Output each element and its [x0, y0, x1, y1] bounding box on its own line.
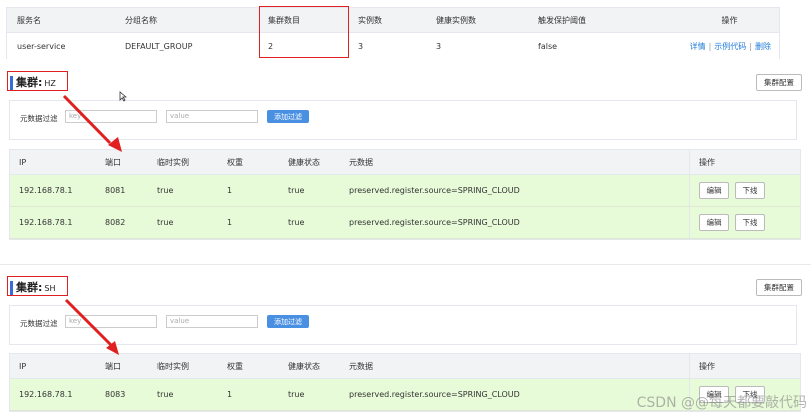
sample-code-link[interactable]: 示例代码 — [714, 42, 746, 51]
col-cluster-count: 集群数目 — [268, 15, 300, 25]
instance-port: 8083 — [105, 390, 126, 399]
service-table-header: 服务名 分组名称 集群数目 实例数 健康实例数 触发保护阈值 操作 — [7, 8, 779, 33]
instance-health: true — [288, 390, 305, 399]
col-operations: 操作 — [689, 150, 800, 174]
instance-table-hz: IP 端口 临时实例 权重 健康状态 元数据 操作 192.168.78.1 8… — [9, 149, 801, 240]
instance-ip: 192.168.78.1 — [19, 218, 73, 227]
filter-label: 元数据过滤 — [20, 319, 58, 328]
watermark: CSDN @@每天都要敲代码 — [636, 395, 807, 411]
instance-health: true — [288, 218, 305, 227]
col-operations: 操作 — [721, 15, 738, 25]
instance-health: true — [288, 186, 305, 195]
col-ip: IP — [19, 157, 27, 167]
filter-value-input[interactable]: value — [166, 315, 258, 328]
col-protect-threshold: 触发保护阈值 — [538, 15, 586, 25]
cluster-name-highlight — [7, 276, 68, 296]
table-row: 192.168.78.1 8081 true 1 true preserved.… — [10, 175, 800, 207]
instance-ops: 编辑 下线 — [689, 175, 800, 206]
metadata-filter: 元数据过滤 key value 添加过滤 — [9, 305, 797, 345]
cluster-count: 2 — [268, 41, 274, 51]
col-health: 健康状态 — [288, 361, 320, 371]
metadata-filter: 元数据过滤 key value 添加过滤 — [9, 100, 797, 140]
cluster-config-button[interactable]: 集群配置 — [756, 74, 802, 91]
filter-key-input[interactable]: key — [65, 110, 157, 123]
service-table: 服务名 分组名称 集群数目 实例数 健康实例数 触发保护阈值 操作 user-s… — [6, 7, 780, 59]
add-filter-button[interactable]: 添加过滤 — [267, 315, 309, 328]
instance-count: 3 — [358, 41, 364, 51]
section-divider — [0, 264, 811, 265]
col-ephemeral: 临时实例 — [157, 361, 189, 371]
offline-button[interactable]: 下线 — [735, 214, 765, 231]
col-healthy-count: 健康实例数 — [436, 15, 476, 25]
instance-metadata: preserved.register.source=SPRING_CLOUD — [349, 186, 520, 195]
col-metadata: 元数据 — [349, 361, 373, 371]
instance-weight: 1 — [227, 218, 233, 227]
col-operations: 操作 — [689, 354, 800, 378]
protect-threshold: false — [538, 41, 558, 51]
instance-metadata: preserved.register.source=SPRING_CLOUD — [349, 218, 520, 227]
instance-ops: 编辑 下线 — [689, 207, 800, 238]
col-port: 端口 — [105, 157, 121, 167]
cluster-header-sh: 集群: SH 集群配置 — [6, 276, 804, 300]
group-name: DEFAULT_GROUP — [125, 41, 193, 51]
mouse-cursor-icon — [119, 91, 127, 102]
filter-value-input[interactable]: value — [166, 110, 258, 123]
col-metadata: 元数据 — [349, 157, 373, 167]
edit-button[interactable]: 编辑 — [699, 214, 729, 231]
table-row: user-service DEFAULT_GROUP 2 3 3 false 详… — [7, 33, 779, 59]
service-name: user-service — [17, 41, 66, 51]
instance-table-header: IP 端口 临时实例 权重 健康状态 元数据 操作 — [10, 150, 800, 175]
instance-ephemeral: true — [157, 186, 174, 195]
col-group-name: 分组名称 — [125, 15, 157, 25]
instance-port: 8081 — [105, 186, 126, 195]
edit-button[interactable]: 编辑 — [699, 182, 729, 199]
instance-weight: 1 — [227, 186, 233, 195]
offline-button[interactable]: 下线 — [735, 182, 765, 199]
add-filter-button[interactable]: 添加过滤 — [267, 110, 309, 123]
table-row: 192.168.78.1 8082 true 1 true preserved.… — [10, 207, 800, 239]
filter-key-input[interactable]: key — [65, 315, 157, 328]
instance-ephemeral: true — [157, 218, 174, 227]
col-port: 端口 — [105, 361, 121, 371]
col-health: 健康状态 — [288, 157, 320, 167]
instance-ip: 192.168.78.1 — [19, 390, 73, 399]
instance-table-header: IP 端口 临时实例 权重 健康状态 元数据 操作 — [10, 354, 800, 379]
col-weight: 权重 — [227, 157, 243, 167]
instance-ip: 192.168.78.1 — [19, 186, 73, 195]
col-weight: 权重 — [227, 361, 243, 371]
cluster-config-button[interactable]: 集群配置 — [756, 279, 802, 296]
col-ip: IP — [19, 361, 27, 371]
cluster-name-highlight — [7, 71, 68, 91]
instance-weight: 1 — [227, 390, 233, 399]
healthy-count: 3 — [436, 41, 442, 51]
instance-ephemeral: true — [157, 390, 174, 399]
details-link[interactable]: 详情 — [690, 42, 706, 51]
filter-label: 元数据过滤 — [20, 114, 58, 123]
instance-port: 8082 — [105, 218, 126, 227]
col-ephemeral: 临时实例 — [157, 157, 189, 167]
col-instance-count: 实例数 — [358, 15, 382, 25]
delete-link[interactable]: 删除 — [755, 42, 771, 51]
operations: 详情 | 示例代码 | 删除 — [689, 41, 771, 51]
col-service-name: 服务名 — [17, 15, 41, 25]
